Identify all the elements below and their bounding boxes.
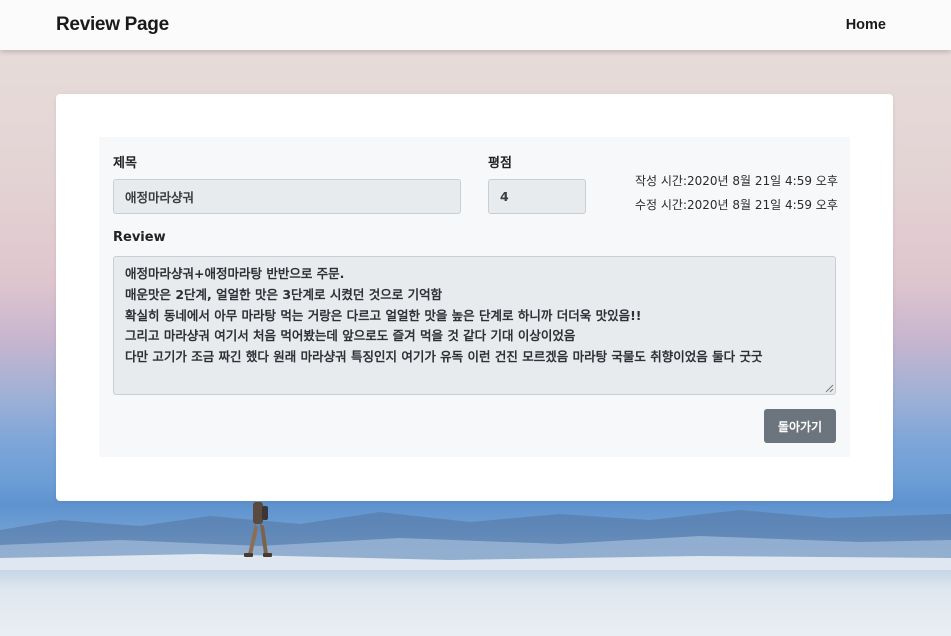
home-link[interactable]: Home — [846, 17, 886, 33]
rating-field[interactable]: 4 — [488, 179, 586, 214]
top-navbar: Review Page Home — [0, 0, 951, 50]
background-hiker-figure — [244, 502, 272, 557]
title-value: 애정마라샹궈 — [125, 190, 195, 205]
review-textarea[interactable]: 애정마라샹궈+애정마라탕 반반으로 주문. 매운맛은 2단계, 얼얼한 맛은 3… — [113, 256, 836, 395]
review-label: Review — [113, 230, 166, 245]
created-time: 작성 시간:2020년 8월 21일 4:59 오후 — [635, 174, 838, 188]
title-field[interactable]: 애정마라샹궈 — [113, 179, 461, 214]
review-line: 매운맛은 2단계, 얼얼한 맛은 3단계로 시켰던 것으로 기억함 — [125, 286, 443, 302]
review-form-panel: 제목 애정마라샹궈 평점 4 작성 시간:2020년 8월 21일 4:59 오… — [99, 137, 850, 457]
review-card: 제목 애정마라샹궈 평점 4 작성 시간:2020년 8월 21일 4:59 오… — [56, 94, 893, 501]
review-line: 다만 고기가 조금 짜긴 했다 원래 마라샹궈 특징인지 여기가 유독 이런 건… — [125, 349, 763, 365]
brand-title[interactable]: Review Page — [56, 14, 169, 36]
updated-time: 수정 시간:2020년 8월 21일 4:59 오후 — [635, 198, 838, 212]
review-line: 애정마라샹궈+애정마라탕 반반으로 주문. — [125, 266, 345, 281]
rating-label: 평점 — [488, 156, 512, 171]
title-label: 제목 — [113, 156, 137, 171]
review-line: 확실히 동네에서 아무 마라탕 먹는 거랑은 다르고 얼얼한 맛을 높은 단계로… — [125, 307, 642, 323]
back-button[interactable]: 돌아가기 — [764, 409, 836, 443]
resize-grip-icon[interactable] — [825, 384, 834, 393]
rating-value: 4 — [500, 189, 509, 204]
background-mountains — [0, 510, 951, 570]
review-line: 그리고 마라샹궈 여기서 처음 먹어봤는데 앞으로도 즐겨 먹을 것 같다 기대… — [125, 328, 576, 344]
